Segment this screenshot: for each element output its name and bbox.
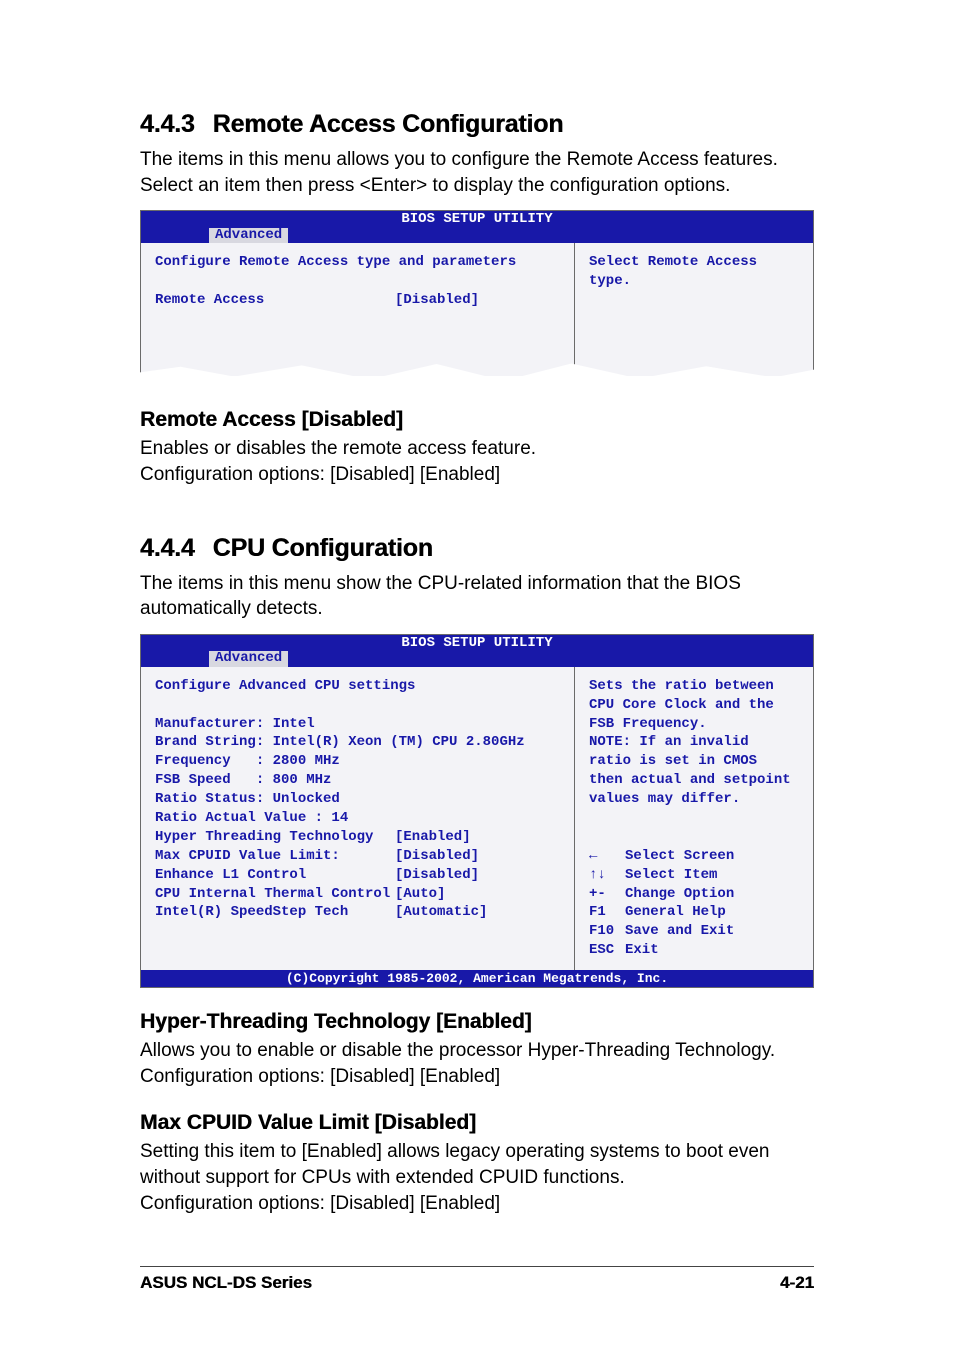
key-icon: ← <box>589 847 625 866</box>
section-title: Remote Access Configuration <box>213 110 564 138</box>
bios-item-thermal[interactable]: CPU Internal Thermal Control[Auto] <box>155 885 560 904</box>
bios-frequency: Frequency : 2800 MHz <box>155 753 340 769</box>
subheading-hyperthreading: Hyper-Threading Technology [Enabled] <box>140 1010 814 1034</box>
bios-key-select-item: ↑↓Select Item <box>589 866 799 885</box>
bios-key-change-option: +-Change Option <box>589 885 799 904</box>
key-icon: +- <box>589 885 625 904</box>
remote-access-desc1: Enables or disables the remote access fe… <box>140 436 814 462</box>
key-desc: Exit <box>625 941 659 960</box>
hyperthreading-desc2: Configuration options: [Disabled] [Enabl… <box>140 1064 814 1090</box>
bios-ratio-actual: Ratio Actual Value : 14 <box>155 810 348 826</box>
section-heading-444: 4.4.4 CPU Configuration <box>140 534 814 563</box>
bios-left-panel: Configure Advanced CPU settings Manufact… <box>141 667 575 970</box>
bios-manufacturer: Manufacturer: Intel <box>155 716 315 732</box>
bios-item-remote-access[interactable]: Remote Access[Disabled] <box>155 291 560 310</box>
key-desc: Select Screen <box>625 847 734 866</box>
key-desc: General Help <box>625 903 726 922</box>
bios-item-label: Remote Access <box>155 291 395 310</box>
bios-item-hyperthreading[interactable]: Hyper Threading Technology[Enabled] <box>155 828 560 847</box>
bios-item-label: Intel(R) SpeedStep Tech <box>155 903 395 922</box>
bios-item-label: CPU Internal Thermal Control <box>155 885 395 904</box>
bios-item-value: [Disabled] <box>395 867 479 883</box>
max-cpuid-desc2: Configuration options: [Disabled] [Enabl… <box>140 1191 814 1217</box>
bios-remote-access-screenshot: BIOS SETUP UTILITY Advanced Configure Re… <box>140 210 814 376</box>
bios-item-value: [Auto] <box>395 886 445 902</box>
section-444-intro: The items in this menu show the CPU-rela… <box>140 571 814 622</box>
key-icon: F10 <box>589 922 625 941</box>
bios-item-value: [Enabled] <box>395 829 471 845</box>
bios-item-speedstep[interactable]: Intel(R) SpeedStep Tech[Automatic] <box>155 903 560 922</box>
bios-key-exit: ESCExit <box>589 941 799 960</box>
bios-item-label: Enhance L1 Control <box>155 866 395 885</box>
bios-fsb: FSB Speed : 800 MHz <box>155 772 331 788</box>
remote-access-desc2: Configuration options: [Disabled] [Enabl… <box>140 462 814 488</box>
key-icon: ↑↓ <box>589 866 625 885</box>
key-desc: Select Item <box>625 866 717 885</box>
section-number: 4.4.3 <box>140 110 195 138</box>
bios-cpu-screenshot: BIOS SETUP UTILITY Advanced Configure Ad… <box>140 634 814 988</box>
bios-key-save-exit: F10Save and Exit <box>589 922 799 941</box>
bios-brand: Brand String: Intel(R) Xeon (TM) CPU 2.8… <box>155 734 525 750</box>
section-number: 4.4.4 <box>140 534 195 562</box>
page-footer: ASUS NCL-DS Series 4-21 <box>140 1266 814 1293</box>
key-desc: Save and Exit <box>625 922 734 941</box>
subheading-remote-access: Remote Access [Disabled] <box>140 408 814 432</box>
bios-item-value: [Disabled] <box>395 848 479 864</box>
bios-title: BIOS SETUP UTILITY Advanced <box>141 211 813 243</box>
bios-config-heading: Configure Remote Access type and paramet… <box>155 254 516 270</box>
bios-cpu-heading: Configure Advanced CPU settings <box>155 678 415 694</box>
bios-item-enhance-l1[interactable]: Enhance L1 Control[Disabled] <box>155 866 560 885</box>
subheading-max-cpuid: Max CPUID Value Limit [Disabled] <box>140 1111 814 1135</box>
bios-key-general-help: F1General Help <box>589 903 799 922</box>
bios-item-max-cpuid[interactable]: Max CPUID Value Limit:[Disabled] <box>155 847 560 866</box>
section-title: CPU Configuration <box>213 534 433 562</box>
hyperthreading-desc1: Allows you to enable or disable the proc… <box>140 1038 814 1064</box>
bios-key-select-screen: ←Select Screen <box>589 847 799 866</box>
bios-item-label: Hyper Threading Technology <box>155 828 395 847</box>
bios-tab-advanced: Advanced <box>209 651 288 666</box>
key-icon: F1 <box>589 903 625 922</box>
bios-item-label: Max CPUID Value Limit: <box>155 847 395 866</box>
footer-right: 4-21 <box>780 1273 814 1293</box>
key-icon: ESC <box>589 941 625 960</box>
key-desc: Change Option <box>625 885 734 904</box>
footer-left: ASUS NCL-DS Series <box>140 1273 312 1293</box>
bios-title-text: BIOS SETUP UTILITY <box>141 212 813 227</box>
bios-help-panel: Select Remote Access type. <box>575 243 813 376</box>
bios-title-text: BIOS SETUP UTILITY <box>141 636 813 651</box>
max-cpuid-desc1: Setting this item to [Enabled] allows le… <box>140 1139 814 1190</box>
bios-copyright: (C)Copyright 1985-2002, American Megatre… <box>141 970 813 987</box>
bios-left-panel: Configure Remote Access type and paramet… <box>141 243 575 376</box>
bios-help-text: Sets the ratio between CPU Core Clock an… <box>589 678 799 807</box>
section-443-intro: The items in this menu allows you to con… <box>140 147 814 198</box>
bios-item-value: [Automatic] <box>395 904 487 920</box>
bios-tab-advanced: Advanced <box>209 228 288 243</box>
bios-ratio-status: Ratio Status: Unlocked <box>155 791 340 807</box>
bios-help-panel: Sets the ratio between CPU Core Clock an… <box>575 667 813 970</box>
bios-title: BIOS SETUP UTILITY Advanced <box>141 635 813 667</box>
bios-item-value: [Disabled] <box>395 292 479 308</box>
section-heading-443: 4.4.3 Remote Access Configuration <box>140 110 814 139</box>
